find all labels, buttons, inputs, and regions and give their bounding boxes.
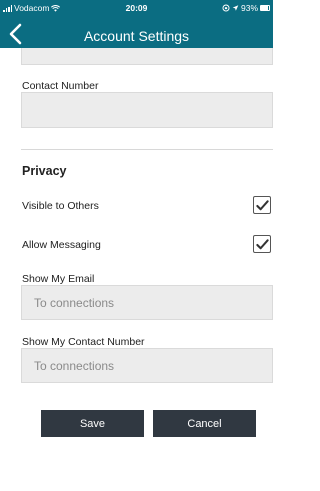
show-my-email-select[interactable]: To connections	[21, 285, 273, 320]
allow-messaging-label: Allow Messaging	[22, 239, 101, 251]
battery-percent: 93%	[240, 3, 258, 13]
show-my-contact-number-label: Show My Contact Number	[22, 336, 145, 348]
show-my-contact-number-select[interactable]: To connections	[21, 348, 273, 383]
allow-messaging-row: Allow Messaging	[22, 235, 273, 255]
visible-to-others-label: Visible to Others	[22, 200, 99, 212]
page-title: Account Settings	[83, 28, 190, 44]
visible-to-others-checkbox[interactable]	[253, 196, 271, 214]
status-bar: Vodacom 20:09 93%	[0, 3, 273, 15]
show-my-email-value: To connections	[34, 295, 115, 310]
show-my-contact-number-value: To connections	[34, 358, 115, 373]
allow-messaging-checkbox[interactable]	[253, 235, 271, 253]
cancel-button[interactable]: Cancel	[153, 410, 256, 437]
show-my-email-label: Show My Email	[22, 273, 95, 285]
checkmark-icon	[255, 238, 269, 249]
contact-number-label: Contact Number	[22, 80, 99, 92]
section-divider	[21, 149, 273, 150]
orientation-lock-icon	[222, 4, 230, 12]
contact-number-input[interactable]	[21, 92, 273, 128]
privacy-section-title: Privacy	[22, 164, 67, 178]
scrolled-previous-field[interactable]	[21, 48, 273, 65]
visible-to-others-row: Visible to Others	[22, 196, 273, 216]
app-header: Vodacom 20:09 93% Account Settings	[0, 0, 273, 48]
battery-icon	[260, 5, 270, 11]
save-button[interactable]: Save	[41, 410, 144, 437]
location-icon	[232, 5, 239, 11]
checkmark-icon	[255, 199, 269, 210]
